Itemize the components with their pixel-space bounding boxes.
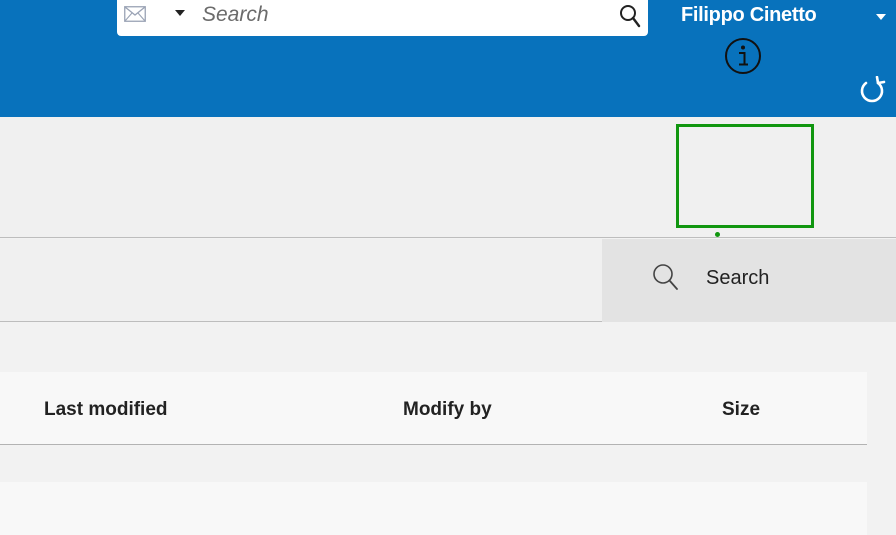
magnifier-icon xyxy=(653,264,678,290)
search-button[interactable]: Search xyxy=(602,239,896,322)
file-list: Last modified Modify by Size xyxy=(0,323,896,535)
info-bar xyxy=(0,117,896,238)
info-highlight-box xyxy=(676,124,814,228)
magnifier-icon[interactable] xyxy=(619,4,641,28)
column-header-modify-by[interactable]: Modify by xyxy=(403,399,492,421)
table-header: Last modified Modify by Size xyxy=(0,372,867,445)
search-button-label: Search xyxy=(706,267,770,289)
indicator-dot xyxy=(715,232,720,237)
column-header-last-modified[interactable]: Last modified xyxy=(44,399,168,421)
table-row[interactable] xyxy=(0,482,867,535)
toolbar: Search xyxy=(0,239,896,322)
envelope-icon[interactable] xyxy=(124,6,146,22)
column-header-size[interactable]: Size xyxy=(722,399,760,421)
search-input[interactable] xyxy=(202,2,602,28)
user-menu-caret-icon[interactable] xyxy=(876,14,886,20)
user-menu-name[interactable]: Filippo Cinetto xyxy=(681,0,817,32)
refresh-icon[interactable] xyxy=(858,76,886,104)
caret-down-icon[interactable] xyxy=(175,10,185,16)
info-icon[interactable] xyxy=(724,37,762,75)
global-search-box[interactable] xyxy=(117,0,648,36)
